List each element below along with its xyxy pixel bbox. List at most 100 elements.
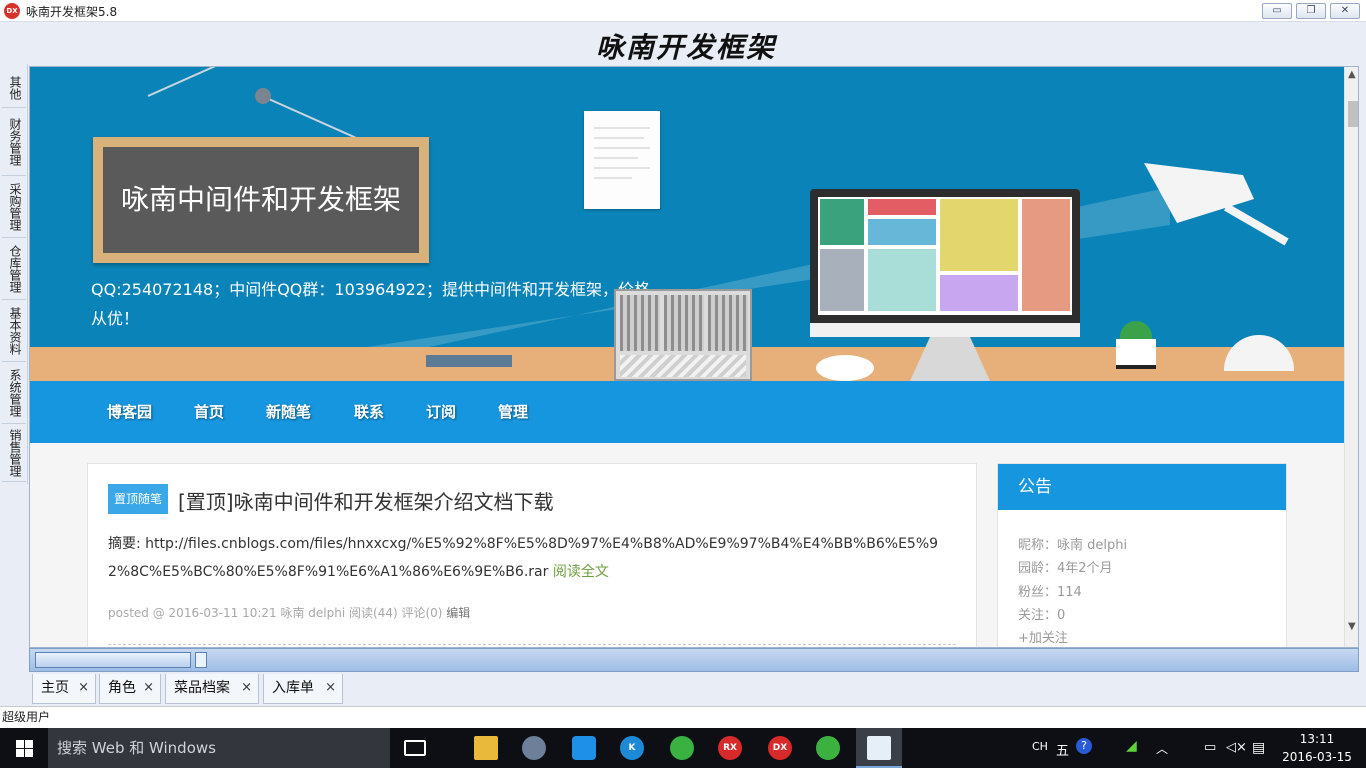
sidebar-item-finance[interactable]: 财务管理 bbox=[2, 108, 26, 176]
blog-description: QQ:254072148；中间件QQ群：103964922；提供中间件和开发框架… bbox=[91, 280, 651, 328]
chalkboard: 咏南中间件和开发框架 bbox=[93, 137, 429, 263]
taskbar-clock[interactable]: 13:11 2016-03-15 bbox=[1278, 730, 1356, 766]
board-pin-icon bbox=[255, 88, 271, 104]
clock-date: 2016-03-15 bbox=[1282, 750, 1352, 764]
app-icon-refresh[interactable] bbox=[816, 736, 840, 760]
start-button[interactable] bbox=[0, 728, 48, 768]
horizontal-scroll-thumb[interactable] bbox=[35, 652, 191, 668]
task-view-icon[interactable] bbox=[404, 740, 426, 756]
sidebar-item-sales[interactable]: 销售管理 bbox=[2, 424, 26, 482]
tray-language[interactable]: CH bbox=[1032, 740, 1048, 753]
window-titlebar: DX 咏南开发框架5.8 ▭ ❐ ✕ bbox=[0, 0, 1366, 22]
lamp-base bbox=[1224, 335, 1294, 371]
monitor-illustration bbox=[810, 189, 1080, 337]
pinned-post: 置顶随笔 [置顶]咏南中间件和开发框架介绍文档下载 摘要: http://fil… bbox=[87, 463, 977, 647]
sidebar-item-system[interactable]: 系统管理 bbox=[2, 362, 26, 424]
mouse-illustration bbox=[816, 355, 874, 381]
app-icon-framework bbox=[867, 736, 891, 760]
post-summary: 摘要: http://files.cnblogs.com/files/hnxxc… bbox=[108, 530, 958, 586]
window-title: 咏南开发框架5.8 bbox=[26, 5, 118, 19]
paper-illustration bbox=[584, 111, 660, 209]
nav-home[interactable]: 首页 bbox=[194, 401, 224, 422]
windows-logo-icon bbox=[16, 740, 24, 748]
sidebar-item-basic-data[interactable]: 基本资料 bbox=[2, 300, 26, 362]
tab-close-icon[interactable]: × bbox=[241, 674, 252, 702]
notification-icon[interactable]: ▤ bbox=[1252, 740, 1265, 756]
taskbar: 搜索 Web 和 Windows K RX DX CH 五 ? ◢ ︿ ▭ ◁×… bbox=[0, 728, 1366, 768]
board-wire-left bbox=[147, 67, 268, 97]
tab-close-icon[interactable]: × bbox=[143, 674, 154, 702]
scroll-thumb[interactable] bbox=[1348, 101, 1358, 127]
nav-admin[interactable]: 管理 bbox=[498, 401, 528, 422]
post-summary-text: 摘要: http://files.cnblogs.com/files/hnxxc… bbox=[108, 536, 939, 580]
book-rack-illustration bbox=[614, 289, 752, 381]
post-meta-text: posted @ 2016-03-11 10:21 咏南 delphi 阅读(4… bbox=[108, 606, 443, 620]
read-more-link[interactable]: 阅读全文 bbox=[553, 564, 609, 580]
app-icon-qq[interactable] bbox=[572, 736, 596, 760]
document-tabs: 主页 × 角色 × 菜品档案 × 入库单 × bbox=[0, 672, 1366, 706]
pinned-badge: 置顶随笔 bbox=[108, 484, 168, 514]
post-divider bbox=[108, 644, 956, 645]
chevron-up-icon[interactable]: ︿ bbox=[1156, 740, 1168, 757]
app-icon-wifi[interactable] bbox=[670, 736, 694, 760]
post-title-link[interactable]: [置顶]咏南中间件和开发框架介绍文档下载 bbox=[178, 486, 554, 515]
blog-banner: 咏南中间件和开发框架 QQ:254072148；中间件QQ群：103964922… bbox=[30, 67, 1344, 381]
add-follow-link[interactable]: +加关注 bbox=[1018, 627, 1068, 646]
battery-icon[interactable]: ▭ bbox=[1204, 740, 1216, 755]
scroll-up-icon[interactable]: ▲ bbox=[1348, 69, 1356, 80]
minimize-button[interactable]: ▭ bbox=[1262, 3, 1292, 19]
nav-cnblogs[interactable]: 博客园 bbox=[107, 401, 152, 422]
nav-new-post[interactable]: 新随笔 bbox=[266, 401, 311, 422]
network-icon[interactable]: ◢ bbox=[1126, 738, 1137, 754]
nav-subscribe[interactable]: 订阅 bbox=[426, 401, 456, 422]
nav-contact[interactable]: 联系 bbox=[354, 401, 384, 422]
tray-ime[interactable]: 五 bbox=[1056, 740, 1069, 759]
tab-close-icon[interactable]: × bbox=[325, 674, 336, 702]
tab-stock-in-label: 入库单 bbox=[272, 680, 314, 696]
status-bar: 超级用户 bbox=[0, 706, 1366, 728]
notice-nickname[interactable]: 昵称：咏南 delphi bbox=[1018, 534, 1127, 553]
sidebar-item-purchase[interactable]: 采购管理 bbox=[2, 176, 26, 238]
active-app-slot[interactable] bbox=[856, 728, 902, 768]
close-button[interactable]: ✕ bbox=[1330, 3, 1360, 19]
notice-age[interactable]: 园龄：4年2个月 bbox=[1018, 557, 1113, 576]
app-icon-k[interactable]: K bbox=[620, 736, 644, 760]
post-meta: posted @ 2016-03-11 10:21 咏南 delphi 阅读(4… bbox=[108, 604, 470, 621]
tab-home-label: 主页 bbox=[41, 680, 69, 696]
scroll-down-icon[interactable]: ▼ bbox=[1348, 621, 1356, 632]
notice-fans[interactable]: 粉丝：114 bbox=[1018, 581, 1082, 600]
notice-follow[interactable]: 关注：0 bbox=[1018, 604, 1065, 623]
keyboard-illustration bbox=[426, 355, 512, 367]
clock-time: 13:11 bbox=[1299, 732, 1335, 746]
app-icon-rx[interactable]: RX bbox=[718, 736, 742, 760]
app-icon-dx[interactable]: DX bbox=[768, 736, 792, 760]
horizontal-scrollbar[interactable] bbox=[29, 648, 1359, 672]
volume-icon[interactable]: ◁× bbox=[1226, 740, 1247, 755]
horizontal-scroll-handle[interactable] bbox=[195, 652, 207, 668]
tab-close-icon[interactable]: × bbox=[78, 674, 89, 702]
tab-role[interactable]: 角色 × bbox=[99, 674, 161, 704]
sidebar-item-other[interactable]: 其他 bbox=[2, 68, 26, 108]
lamp-arm bbox=[1224, 203, 1289, 246]
app-icon-tools[interactable] bbox=[522, 736, 546, 760]
plant-pot bbox=[1116, 339, 1156, 369]
sidebar-item-warehouse[interactable]: 仓库管理 bbox=[2, 238, 26, 300]
tray-help-icon[interactable]: ? bbox=[1076, 738, 1092, 754]
tab-stock-in[interactable]: 入库单 × bbox=[263, 674, 343, 704]
module-sidebar: 其他 财务管理 采购管理 仓库管理 基本资料 系统管理 销售管理 bbox=[0, 64, 28, 484]
tab-home[interactable]: 主页 × bbox=[32, 674, 96, 704]
taskbar-search-input[interactable]: 搜索 Web 和 Windows bbox=[48, 728, 390, 768]
app-brand-header: 咏南开发框架 bbox=[0, 22, 1366, 64]
file-explorer-icon[interactable] bbox=[474, 736, 498, 760]
maximize-button[interactable]: ❐ bbox=[1296, 3, 1326, 19]
browser-frame: 咏南中间件和开发框架 QQ:254072148；中间件QQ群：103964922… bbox=[29, 66, 1359, 648]
monitor-stand bbox=[910, 337, 990, 381]
edit-post-link[interactable]: 编辑 bbox=[446, 606, 470, 620]
app-logo-icon: DX bbox=[4, 3, 20, 19]
vertical-scrollbar[interactable]: ▲ ▼ bbox=[1344, 67, 1358, 647]
blog-nav: 博客园 首页 新随笔 联系 订阅 管理 bbox=[30, 381, 1344, 443]
brand-title: 咏南开发框架 bbox=[596, 31, 777, 64]
monitor-bezel bbox=[810, 323, 1080, 337]
notice-title: 公告 bbox=[998, 464, 1286, 510]
tab-dish-archive[interactable]: 菜品档案 × bbox=[165, 674, 259, 704]
